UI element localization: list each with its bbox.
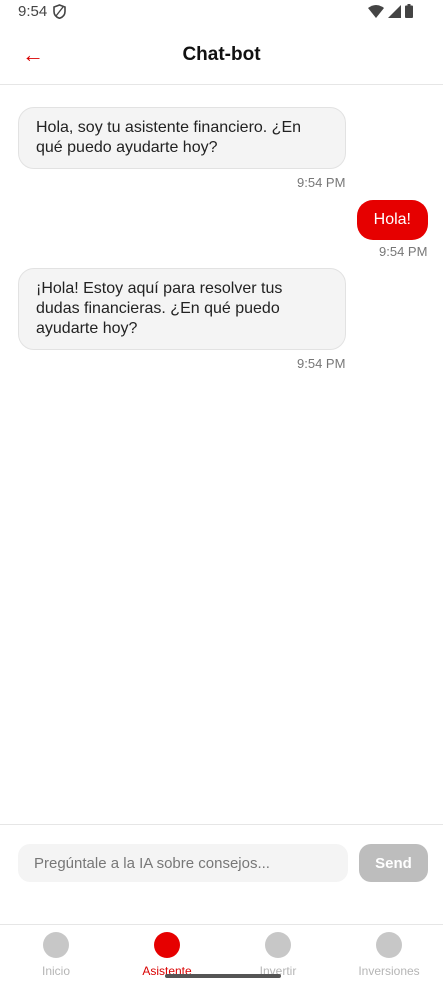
message-timestamp: 9:54 PM bbox=[379, 244, 428, 259]
home-icon bbox=[43, 932, 69, 958]
message-text: ¡Hola! Estoy aquí para resolver tus duda… bbox=[36, 280, 283, 337]
investments-icon bbox=[376, 932, 402, 958]
invest-icon bbox=[265, 932, 291, 958]
bottom-nav: Inicio Asistente Invertir Inversiones bbox=[0, 924, 443, 989]
chat-messages[interactable]: Hola, soy tu asistente financiero. ¿En q… bbox=[0, 85, 443, 823]
nav-label: Inicio bbox=[41, 964, 70, 978]
wifi-icon bbox=[368, 4, 384, 23]
nav-item-invertir[interactable]: Invertir bbox=[223, 925, 333, 989]
message-composer: Send bbox=[0, 824, 443, 925]
assistant-icon bbox=[154, 932, 180, 958]
message-timestamp: 9:54 PM bbox=[297, 175, 346, 190]
status-time: 9:54 bbox=[18, 3, 48, 20]
cellular-signal-icon bbox=[388, 4, 401, 23]
bot-message-bubble: Hola, soy tu asistente financiero. ¿En q… bbox=[18, 107, 346, 169]
page-title: Chat-bot bbox=[182, 44, 261, 65]
nav-item-asistente[interactable]: Asistente bbox=[112, 925, 222, 989]
bot-message-bubble: ¡Hola! Estoy aquí para resolver tus duda… bbox=[18, 268, 346, 350]
message-timestamp: 9:54 PM bbox=[297, 356, 346, 371]
send-button[interactable]: Send bbox=[359, 844, 428, 882]
home-indicator[interactable] bbox=[165, 974, 281, 978]
nav-item-inversiones[interactable]: Inversiones bbox=[334, 925, 443, 989]
app-header: ← Chat-bot bbox=[0, 24, 443, 85]
message-input[interactable] bbox=[18, 844, 348, 882]
user-message-bubble: Hola! bbox=[356, 200, 428, 240]
status-bar: 9:54 bbox=[0, 0, 443, 24]
nav-label: Inversiones bbox=[358, 964, 420, 978]
nav-item-inicio[interactable]: Inicio bbox=[1, 925, 111, 989]
message-text: Hola! bbox=[373, 211, 411, 228]
message-text: Hola, soy tu asistente financiero. ¿En q… bbox=[36, 119, 302, 156]
shield-icon bbox=[53, 4, 66, 24]
battery-icon bbox=[405, 4, 413, 23]
